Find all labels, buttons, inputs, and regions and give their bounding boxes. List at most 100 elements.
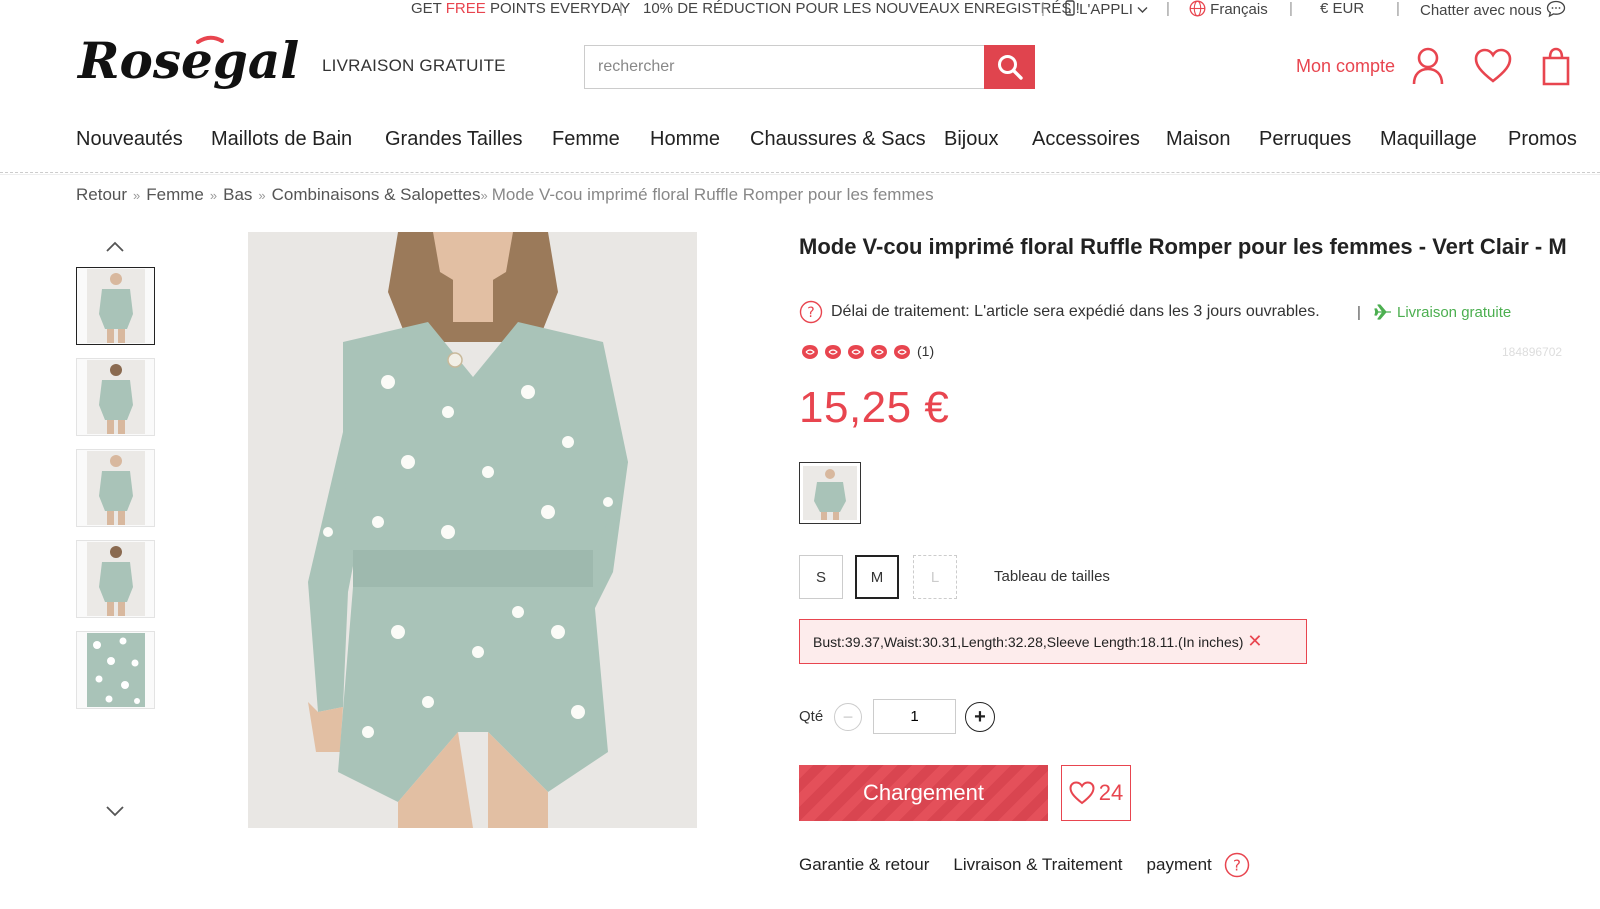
size-chart-link[interactable]: Tableau de tailles (994, 568, 1110, 585)
thumbnail-down-arrow[interactable] (104, 804, 126, 823)
breadcrumb-jumpsuits[interactable]: Combinaisons & Salopettes (272, 185, 481, 204)
nav-item-accessories[interactable]: Accessoires (1032, 128, 1140, 151)
question-circle-icon[interactable]: ? (799, 300, 823, 324)
thumbnail-2[interactable] (76, 358, 155, 436)
nav-item-men[interactable]: Homme (650, 128, 720, 151)
heart-icon (1069, 781, 1095, 805)
separator: | (1041, 0, 1045, 17)
breadcrumb-bottoms[interactable]: Bas (223, 185, 252, 204)
nav-divider (0, 172, 1600, 175)
separator: | (619, 0, 623, 17)
language-selector[interactable]: Français (1189, 0, 1268, 18)
thumbnail-fabric-detail (86, 633, 145, 707)
product-sku: 184896702 (1502, 345, 1563, 359)
review-count[interactable]: (1) (917, 343, 934, 359)
product-title: Mode V-cou imprimé floral Ruffle Romper … (799, 234, 1567, 259)
globe-icon (1189, 0, 1206, 17)
breadcrumb-back[interactable]: Retour (76, 185, 127, 204)
product-price: 15,25 € (799, 383, 950, 432)
nav-item-promos[interactable]: Promos (1508, 128, 1577, 151)
thumbnail-up-arrow[interactable] (104, 240, 126, 259)
tab-shipping-processing[interactable]: Livraison & Traitement (953, 855, 1122, 875)
quantity-input[interactable] (873, 699, 956, 734)
nav-item-home[interactable]: Maison (1166, 128, 1230, 151)
breadcrumb-separator: » (258, 188, 266, 203)
thumbnail-model-image (86, 269, 145, 343)
rose-rating-icon (802, 345, 910, 359)
rosegal-logo[interactable]: Rosegal (76, 28, 304, 104)
thumbnail-3[interactable] (76, 449, 155, 527)
nav-item-plus-size[interactable]: Grandes Tailles (385, 128, 522, 151)
airplane-icon (1374, 304, 1391, 320)
color-swatch-image (803, 466, 857, 520)
thumbnail-model-image (86, 451, 145, 525)
chat-link[interactable]: Chatter avec nous (1420, 0, 1566, 19)
close-icon[interactable]: ✕ (1247, 631, 1262, 652)
logo-mark: Rosegal (76, 31, 299, 90)
nav-item-swimwear[interactable]: Maillots de Bain (211, 128, 352, 151)
chevron-down-icon (1137, 7, 1148, 13)
thumbnail-model-image (86, 360, 145, 434)
wishlist-count: 24 (1098, 780, 1124, 805)
my-account-link[interactable]: Mon compte (1296, 56, 1395, 77)
main-product-image[interactable] (248, 232, 697, 828)
nav-item-wigs[interactable]: Perruques (1259, 128, 1351, 151)
chevron-down-icon (106, 806, 124, 817)
add-to-wishlist-button[interactable]: 24 (1061, 765, 1131, 821)
thumbnail-5[interactable] (76, 631, 155, 709)
main-nav: Nouveautés Maillots de Bain Grandes Tail… (0, 124, 1600, 160)
svg-text:?: ? (807, 305, 814, 321)
thumbnail-model-image (86, 542, 145, 616)
nav-item-makeup[interactable]: Maquillage (1380, 128, 1477, 151)
thumbnail-4[interactable] (76, 540, 155, 618)
search-input[interactable] (584, 45, 986, 89)
size-option-m[interactable]: M (855, 555, 899, 599)
add-to-cart-button[interactable]: Chargement (799, 765, 1048, 821)
size-measurements: Bust:39.37,Waist:30.31,Length:32.28,Slee… (813, 633, 1244, 650)
size-option-s[interactable]: S (799, 555, 843, 599)
question-circle-icon[interactable]: ? (1224, 852, 1250, 878)
breadcrumb-separator: » (209, 188, 218, 203)
color-swatch-light-green[interactable] (799, 462, 861, 524)
free-shipping-badge[interactable]: Livraison gratuite (1374, 303, 1511, 321)
separator: | (1289, 0, 1293, 17)
chevron-up-icon (106, 241, 124, 252)
wishlist-heart-icon[interactable] (1474, 48, 1512, 89)
size-info-box: Bust:39.37,Waist:30.31,Length:32.28,Slee… (799, 619, 1307, 664)
nav-item-women[interactable]: Femme (552, 128, 620, 151)
promo-points[interactable]: GET FREE POINTS EVERYDAY (411, 0, 630, 17)
quantity-increase-button[interactable]: + (965, 702, 995, 732)
nav-item-shoes-bags[interactable]: Chaussures & Sacs (750, 128, 926, 151)
separator: | (1396, 0, 1400, 17)
nav-item-new[interactable]: Nouveautés (76, 128, 183, 151)
svg-text:?: ? (1233, 857, 1241, 875)
rating-stars[interactable] (799, 342, 913, 362)
tab-payment[interactable]: payment (1147, 855, 1212, 875)
logo-text: Rosegal (76, 31, 299, 90)
breadcrumb-women[interactable]: Femme (146, 185, 204, 204)
promo-discount[interactable]: 10% DE RÉDUCTION POUR LES NOUVEAUX ENREG… (643, 0, 1080, 17)
header-free-shipping: LIVRAISON GRATUITE (322, 56, 506, 75)
shopping-bag-icon[interactable] (1540, 46, 1570, 91)
quantity-decrease-button[interactable]: − (834, 703, 862, 731)
breadcrumb-separator: » (480, 188, 488, 203)
search-icon (997, 55, 1023, 80)
free-shipping-text: Livraison gratuite (1397, 303, 1512, 321)
user-icon[interactable] (1410, 46, 1446, 91)
app-link[interactable]: L'APPLI (1065, 0, 1148, 18)
thumbnail-1[interactable] (76, 267, 155, 345)
processing-time: ? Délai de traitement: L'article sera ex… (799, 300, 1320, 324)
breadcrumb-separator: » (133, 188, 141, 203)
search-button[interactable] (984, 45, 1035, 89)
size-option-l[interactable]: L (913, 555, 957, 599)
quantity-label: Qté (799, 708, 824, 725)
breadcrumb: Retour» Femme» Bas» Combinaisons & Salopett… (76, 185, 934, 205)
processing-time-text: Délai de traitement: L'article sera expé… (831, 303, 1320, 320)
nav-item-jewelry[interactable]: Bijoux (944, 128, 998, 151)
chat-icon (1546, 0, 1566, 18)
tab-warranty-returns[interactable]: Garantie & retour (799, 855, 929, 875)
currency-selector[interactable]: € EUR (1320, 0, 1364, 17)
breadcrumb-current: Mode V-cou imprimé floral Ruffle Romper … (491, 185, 934, 204)
phone-icon (1065, 0, 1075, 16)
info-tabs: Garantie & retour Livraison & Traitement… (799, 852, 1250, 878)
